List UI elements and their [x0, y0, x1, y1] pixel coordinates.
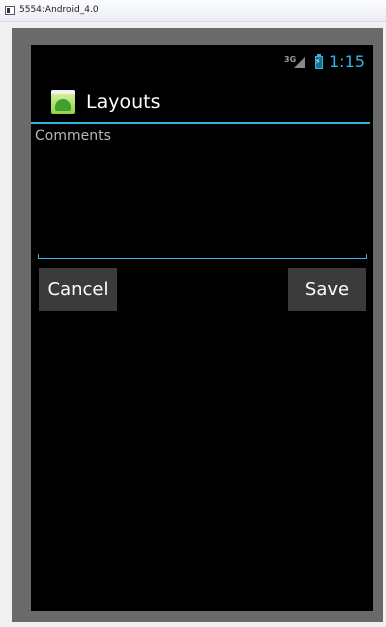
battery-charging-icon: [315, 54, 323, 69]
action-bar: Layouts: [31, 78, 373, 123]
save-button[interactable]: Save: [288, 268, 366, 311]
device-screen: 3G 1:15 Layouts Cancel Save: [31, 45, 373, 611]
app-launcher-icon[interactable]: [51, 90, 75, 114]
comments-underline: [38, 258, 367, 259]
comments-underline-right-tick: [366, 254, 367, 259]
signal-strength-icon: [294, 57, 305, 68]
emulator-window-icon: [5, 6, 15, 15]
cancel-button[interactable]: Cancel: [39, 268, 117, 311]
status-bar: 3G 1:15: [31, 45, 373, 78]
comments-input[interactable]: [35, 128, 365, 260]
action-bar-divider: [31, 122, 370, 124]
status-clock: 1:15: [329, 52, 365, 71]
window-titlebar[interactable]: 5554:Android_4.0: [0, 0, 386, 22]
action-bar-title: Layouts: [86, 91, 161, 113]
comments-underline-left-tick: [38, 254, 39, 259]
window-title: 5554:Android_4.0: [19, 5, 99, 15]
